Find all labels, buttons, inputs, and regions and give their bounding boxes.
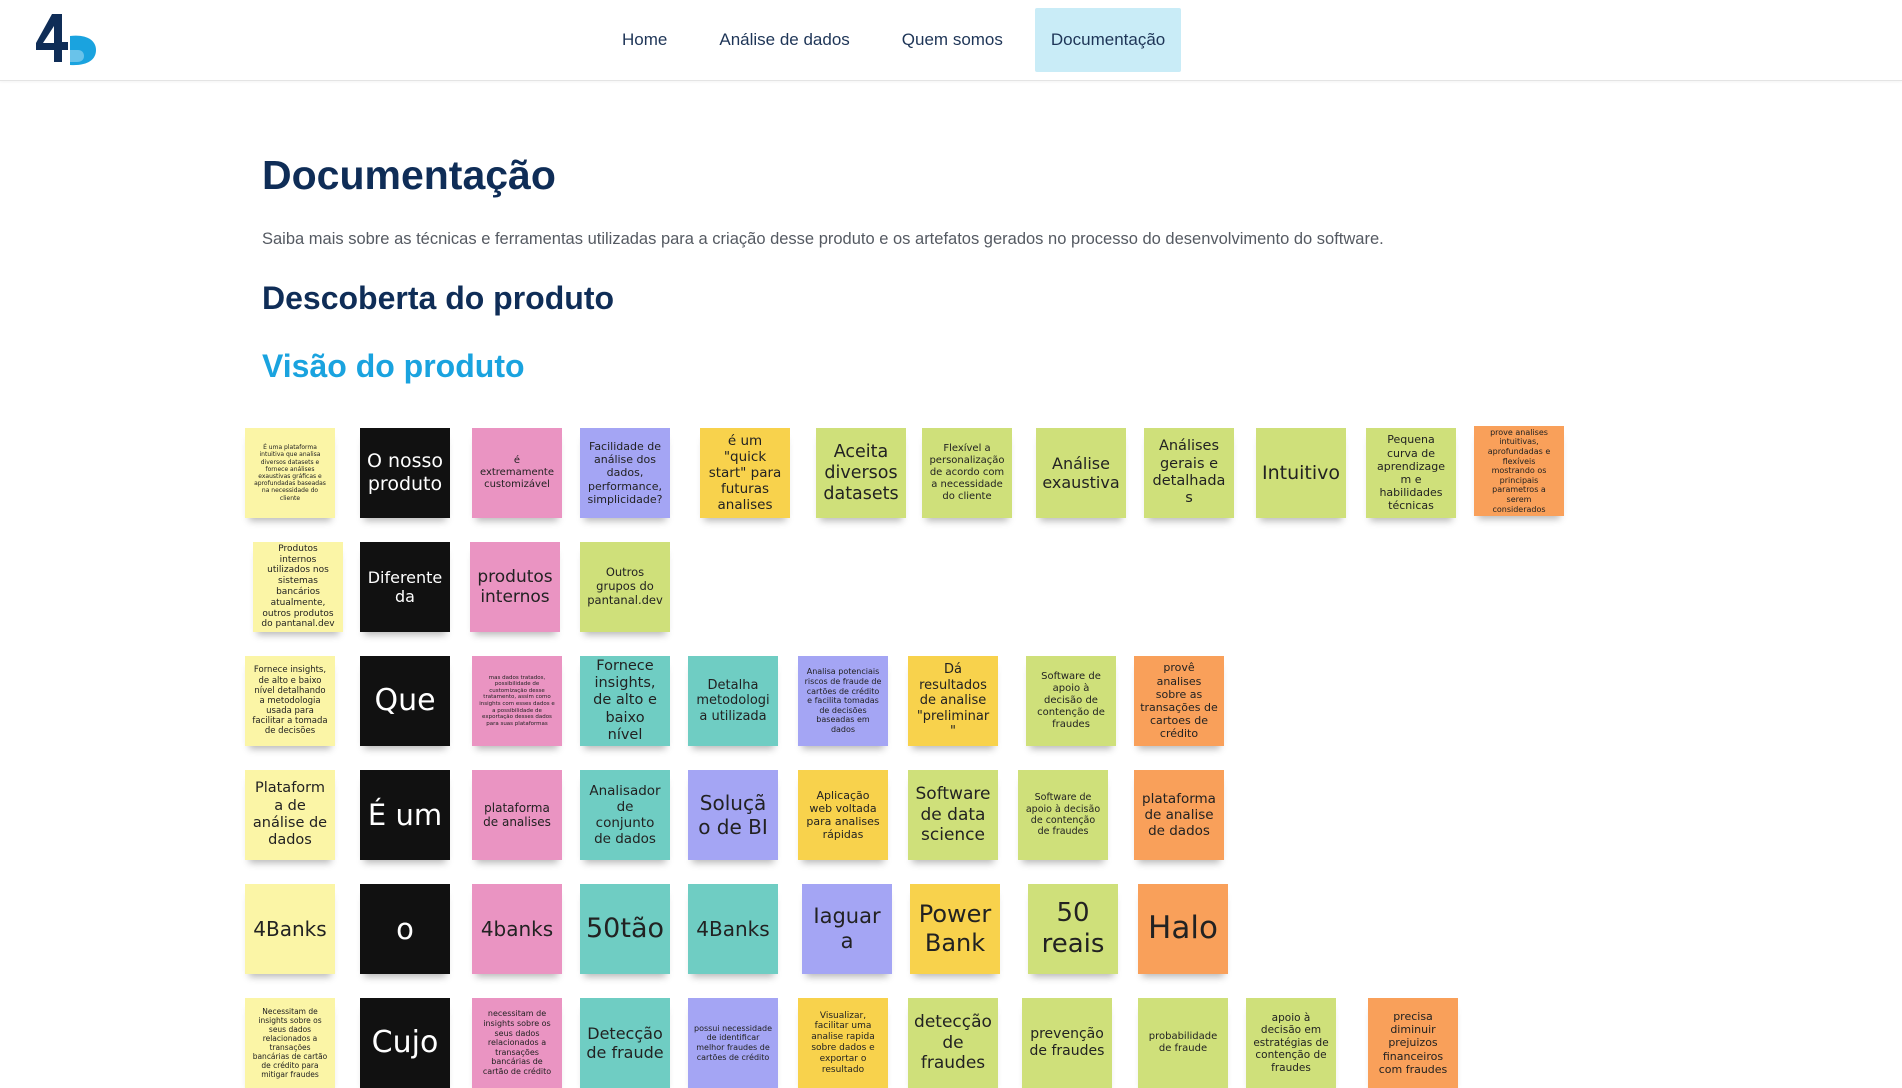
sticky-note-aceita-diversos-datasets: Aceita diversos datasets <box>816 428 906 518</box>
sticky-note-e-um: É um <box>360 770 450 860</box>
sticky-note-detalha-metodologia-utilizada: Detalha metodologia utilizada <box>688 656 778 746</box>
sticky-note-mas-dados-tratados-possibilida: mas dados tratados, possibilidade de cus… <box>472 656 562 746</box>
sticky-note-50tao: 50tão <box>580 884 670 974</box>
sticky-note-4banks: 4banks <box>472 884 562 974</box>
sticky-note-plataforma-de-analises: plataforma de analises <box>472 770 562 860</box>
sticky-note-e-um-quick-start-para-futuras-: é um "quick start" para futuras analises <box>700 428 790 518</box>
sticky-note-solucao-de-bi: Solução de BI <box>688 770 778 860</box>
sticky-note-deteccao-de-fraudes: detecção de fraudes <box>908 998 998 1088</box>
sticky-note-da-resultados-de-analise-preli: Dá resultados de analise "preliminar" <box>908 656 998 746</box>
subsection-title: Visão do produto <box>262 348 525 384</box>
sticky-note-prove-analises-sobre-as-transa: provê analises sobre as transações de ca… <box>1134 656 1224 746</box>
section-title: Descoberta do produto <box>262 280 615 316</box>
sticky-note-visualizar-facilitar-uma-anali: Visualizar, facilitar uma analise rapida… <box>798 998 888 1088</box>
intro-text: Saiba mais sobre as técnicas e ferrament… <box>262 230 1384 248</box>
sticky-note-facilidade-de-analise-dos-dado: Facilidade de análise dos dados, perform… <box>580 428 670 518</box>
sticky-note-e-extremamente-customizavel: é extremamente customizável <box>472 428 562 518</box>
sticky-note-software-de-apoio-a-decisao-de: Software de apoio à decisão de contenção… <box>1018 770 1108 860</box>
top-navbar: Home Análise de dados Quem somos Documen… <box>0 0 1902 81</box>
sticky-note-flexivel-a-personalizacao-de-a: Flexível a personalização de acordo com … <box>922 428 1012 518</box>
sticky-note-plataforma-de-analise-de-dados: Plataforma de análise de dados <box>245 770 335 860</box>
sticky-note-necessitam-de-insights-sobre-o: necessitam de insights sobre os seus dad… <box>472 998 562 1088</box>
sticky-note-aplicacao-web-voltada-para-ana: Aplicação web voltada para analises rápi… <box>798 770 888 860</box>
sticky-note-halo: Halo <box>1138 884 1228 974</box>
sticky-note-diferente-da: Diferente da <box>360 542 450 632</box>
sticky-note-cujo: Cujo <box>360 998 450 1088</box>
sticky-note-analise-exaustiva: Análise exaustiva <box>1036 428 1126 518</box>
nav-documentacao-link[interactable]: Documentação <box>1034 8 1182 72</box>
sticky-note-o: o <box>360 884 450 974</box>
nav-analise-link[interactable]: Análise de dados <box>703 8 865 72</box>
sticky-note-prove-analises-intuitivas-apro: prove analises intuitivas, aprofundadas … <box>1474 426 1564 516</box>
sticky-note-intuitivo: Intuitivo <box>1256 428 1346 518</box>
sticky-note-software-de-apoio-a-decisao-de: Software de apoio à decisão de contenção… <box>1026 656 1116 746</box>
4banks-logo[interactable] <box>34 10 98 70</box>
sticky-note-apoio-a-decisao-em-estrategias: apoio à decisão em estratégias de conten… <box>1246 998 1336 1088</box>
sticky-note-software-de-data-science: Software de data science <box>908 770 998 860</box>
sticky-note-que: Que <box>360 656 450 746</box>
sticky-note-pequena-curva-de-aprendizagem-: Pequena curva de aprendizagem e habilida… <box>1366 428 1456 518</box>
sticky-note-plataforma-de-analise-de-dados: plataforma de analise de dados <box>1134 770 1224 860</box>
sticky-note-probabilidade-de-fraude: probabilidade de fraude <box>1138 998 1228 1088</box>
sticky-note-deteccao-de-fraude: Detecção de fraude <box>580 998 670 1088</box>
sticky-note-50-reais: 50 reais <box>1028 884 1118 974</box>
main-content: Documentação Saiba mais sobre as técnica… <box>262 150 1662 386</box>
main-nav: Home Análise de dados Quem somos Documen… <box>606 8 1182 72</box>
nav-home-link[interactable]: Home <box>606 8 683 72</box>
sticky-note-analisa-potenciais-riscos-de-f: Analisa potenciais riscos de fraude de c… <box>798 656 888 746</box>
sticky-note-4banks: 4Banks <box>688 884 778 974</box>
sticky-note-necessitam-de-insights-sobre-o: Necessitam de insights sobre os seus dad… <box>245 998 335 1088</box>
sticky-note-produtos-internos: produtos internos <box>470 542 560 632</box>
sticky-note-power-bank: Power Bank <box>910 884 1000 974</box>
sticky-note-e-uma-plataforma-intuitiva-que: É uma plataforma intuitiva que analisa d… <box>245 428 335 518</box>
sticky-note-o-nosso-produto: O nosso produto <box>360 428 450 518</box>
sticky-note-analises-gerais-e-detalhadas: Análises gerais e detalhadas <box>1144 428 1234 518</box>
sticky-note-fornece-insights-de-alto-e-bai: Fornece insights, de alto e baixo nível … <box>245 656 335 746</box>
sticky-note-iaguara: Iaguara <box>802 884 892 974</box>
sticky-note-4banks: 4Banks <box>245 884 335 974</box>
sticky-note-prevencao-de-fraudes: prevenção de fraudes <box>1022 998 1112 1088</box>
sticky-note-outros-grupos-do-pantanal-dev: Outros grupos do pantanal.dev <box>580 542 670 632</box>
sticky-note-fornece-insights-de-alto-e-bai: Fornece insights, de alto e baixo nível <box>580 656 670 746</box>
sticky-note-analisador-de-conjunto-de-dado: Analisador de conjunto de dados <box>580 770 670 860</box>
nav-quem-somos-link[interactable]: Quem somos <box>886 8 1019 72</box>
sticky-note-produtos-internos-utilizados-n: Produtos internos utilizados nos sistema… <box>253 542 343 632</box>
sticky-note-possui-necessidade-de-identifi: possui necessidade de identificar melhor… <box>688 998 778 1088</box>
page-title: Documentação <box>262 152 556 198</box>
sticky-note-precisa-diminuir-prejuizos-fin: precisa diminuir prejuizos financeiros c… <box>1368 998 1458 1088</box>
